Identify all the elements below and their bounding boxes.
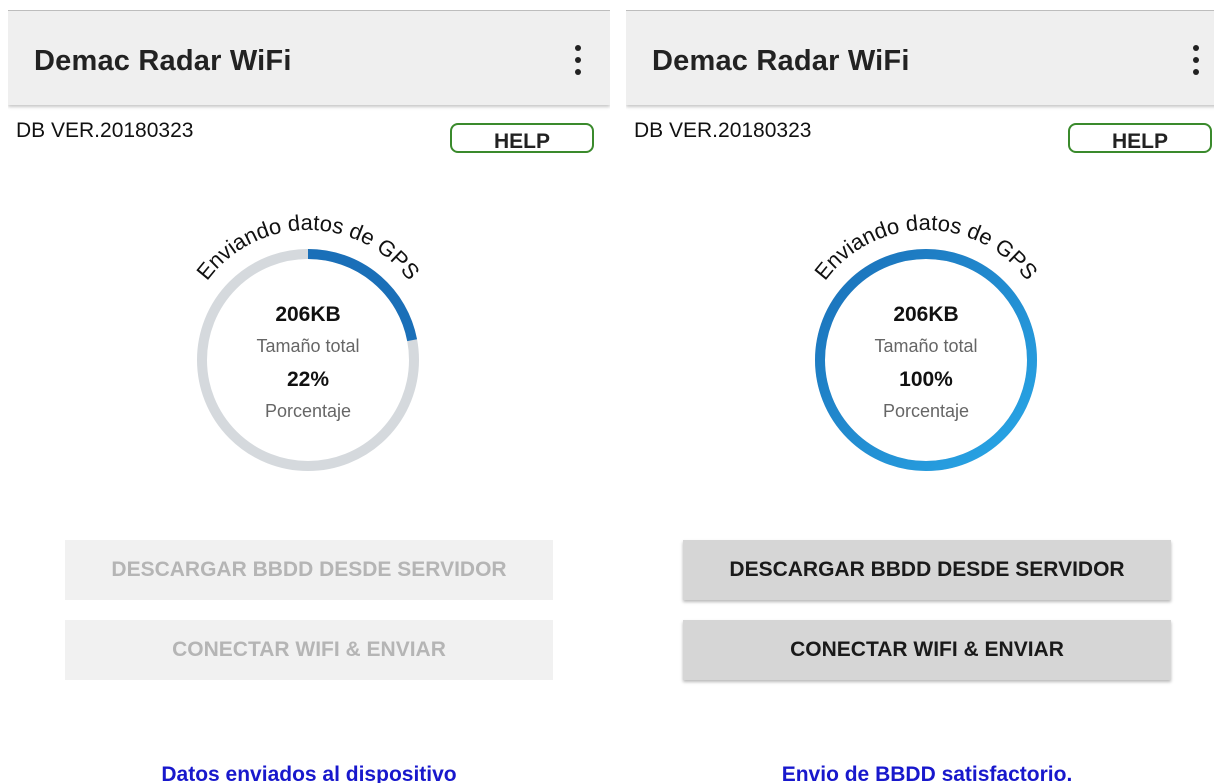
connect-wifi-send-button[interactable]: CONECTAR WIFI & ENVIAR [65,620,553,680]
help-button[interactable]: HELP [450,123,594,153]
download-db-button[interactable]: DESCARGAR BBDD DESDE SERVIDOR [65,540,553,600]
total-size-label: Tamaño total [874,336,978,356]
screen-left: Demac Radar WiFi DB VER.20180323 HELP En… [8,10,610,783]
progress-gauge: Enviando datos de GPS 206KB Tamaño total… [158,205,458,505]
db-version: DB VER.20180323 [16,119,194,142]
gauge-arc-label: Enviando datos de GPS [191,210,424,284]
download-db-button[interactable]: DESCARGAR BBDD DESDE SERVIDOR [683,540,1171,600]
status-message: Envio de BBDD satisfactorio. [781,763,1073,783]
progress-gauge: Enviando datos de GPS 206KB Tamaño total… [776,205,1076,505]
app-title: Demac Radar WiFi [34,45,292,77]
more-vert-icon[interactable] [1190,45,1202,75]
screen-right: Demac Radar WiFi DB VER.20180323 HELP En… [626,10,1214,783]
app-title: Demac Radar WiFi [652,45,910,77]
percentage-label: Porcentaje [264,401,352,421]
app-bar: Demac Radar WiFi [626,10,1214,105]
help-button[interactable]: HELP [1068,123,1212,153]
db-version: DB VER.20180323 [634,119,812,142]
gauge-arc-label: Enviando datos de GPS [809,210,1042,284]
percentage-value: 100% [899,368,953,391]
gauge-progress-arc [815,249,1037,471]
total-size-value: 206KB [275,303,341,326]
percentage-label: Porcentaje [882,401,970,421]
percentage-value: 22% [286,368,330,391]
status-message: Datos enviados al dispositivo [161,763,457,783]
app-bar: Demac Radar WiFi [8,10,610,105]
total-size-value: 206KB [893,303,959,326]
connect-wifi-send-button[interactable]: CONECTAR WIFI & ENVIAR [683,620,1171,680]
total-size-label: Tamaño total [256,336,360,356]
more-vert-icon[interactable] [572,45,584,75]
